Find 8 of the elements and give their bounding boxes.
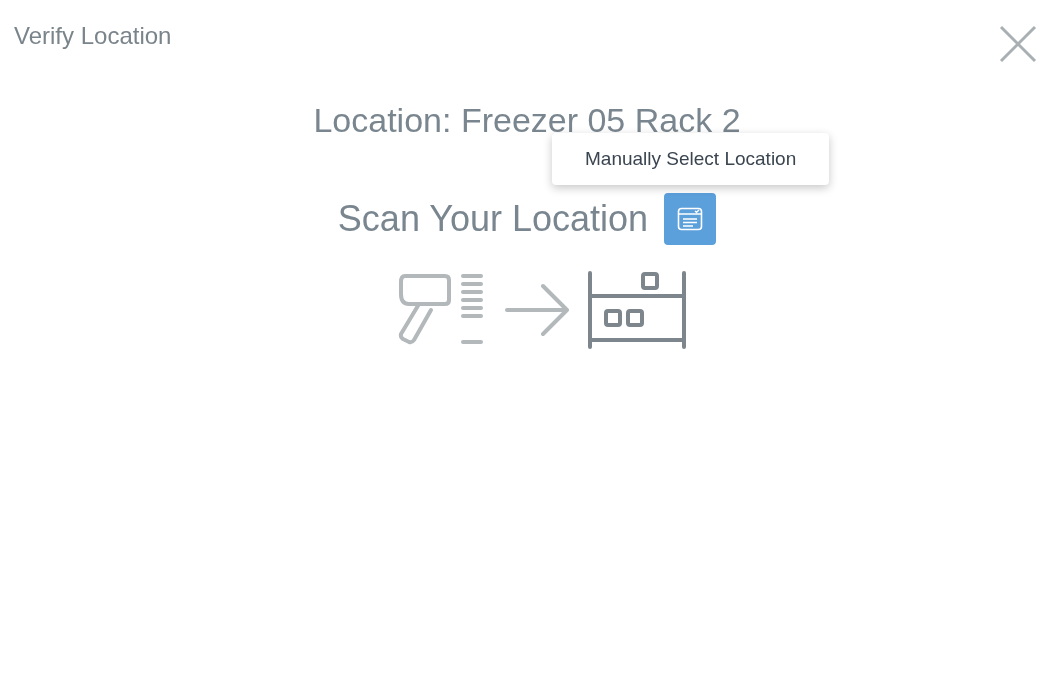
shelf-icon — [587, 270, 687, 350]
list-window-icon — [677, 207, 704, 231]
close-button[interactable] — [998, 24, 1038, 64]
close-icon — [998, 24, 1038, 64]
manual-select-button[interactable] — [664, 193, 717, 245]
tooltip: Manually Select Location — [552, 133, 830, 185]
dialog-title: Verify Location — [14, 21, 172, 51]
scan-prompt: Scan Your Location — [337, 197, 649, 241]
